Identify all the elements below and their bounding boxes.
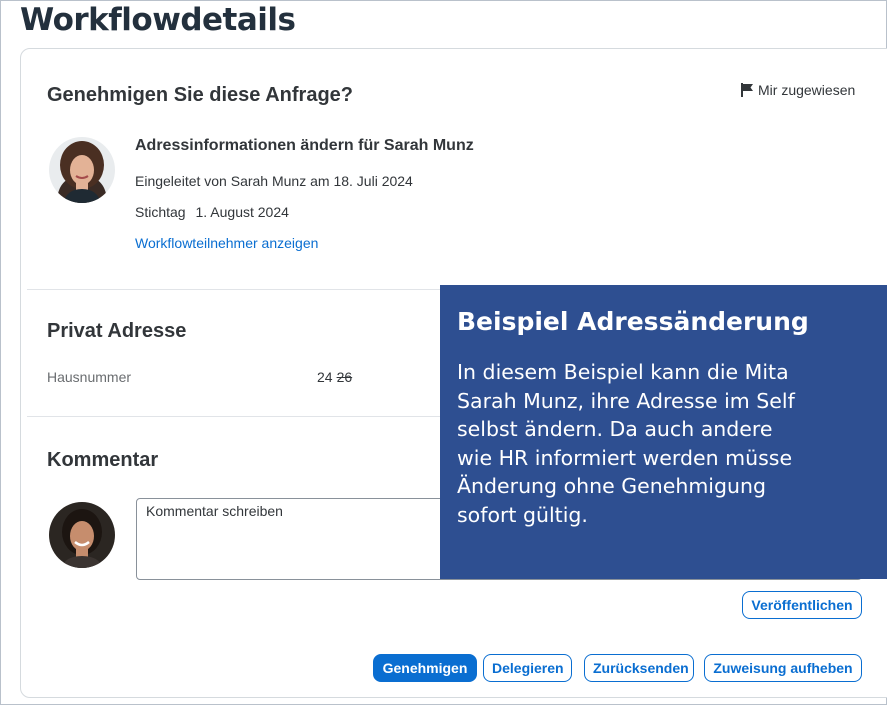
address-title: Privat Adresse [47,320,187,342]
send-back-button[interactable]: Zurücksenden [584,654,694,682]
old-value: 26 [336,369,353,385]
due-date: Stichtag 1. August 2024 [135,204,289,220]
assigned-status: Mir zugewiesen [741,82,855,100]
initiated-text: Eingeleitet von Sarah Munz am 18. Juli 2… [135,173,413,189]
user-avatar [49,502,115,568]
new-value: 24 [317,369,333,385]
approve-button[interactable]: Genehmigen [373,654,477,682]
overlay-text: In diesem Beispiel kann die Mita Sarah M… [457,360,795,527]
overlay-title: Beispiel Adressänderung [457,307,809,336]
participants-link[interactable]: Workflowteilnehmer anzeigen [135,235,318,251]
request-title: Adressinformationen ändern für Sarah Mun… [135,137,474,154]
requester-avatar [49,137,115,203]
house-number-value: 24 26 [317,369,352,385]
approval-title: Genehmigen Sie diese Anfrage? [47,84,354,106]
assigned-label: Mir zugewiesen [758,82,856,98]
comment-title: Kommentar [47,449,159,471]
house-number-label: Hausnummer [47,369,132,385]
flag-icon [741,83,754,100]
delegate-button[interactable]: Delegieren [483,654,572,682]
unassign-button[interactable]: Zuweisung aufheben [704,654,862,682]
info-overlay: Beispiel Adressänderung In diesem Beispi… [440,285,887,579]
publish-button[interactable]: Veröffentlichen [742,591,862,619]
page-title: Workflowdetails [20,2,296,38]
due-label: Stichtag [135,204,186,220]
due-value: 1. August 2024 [195,204,289,220]
